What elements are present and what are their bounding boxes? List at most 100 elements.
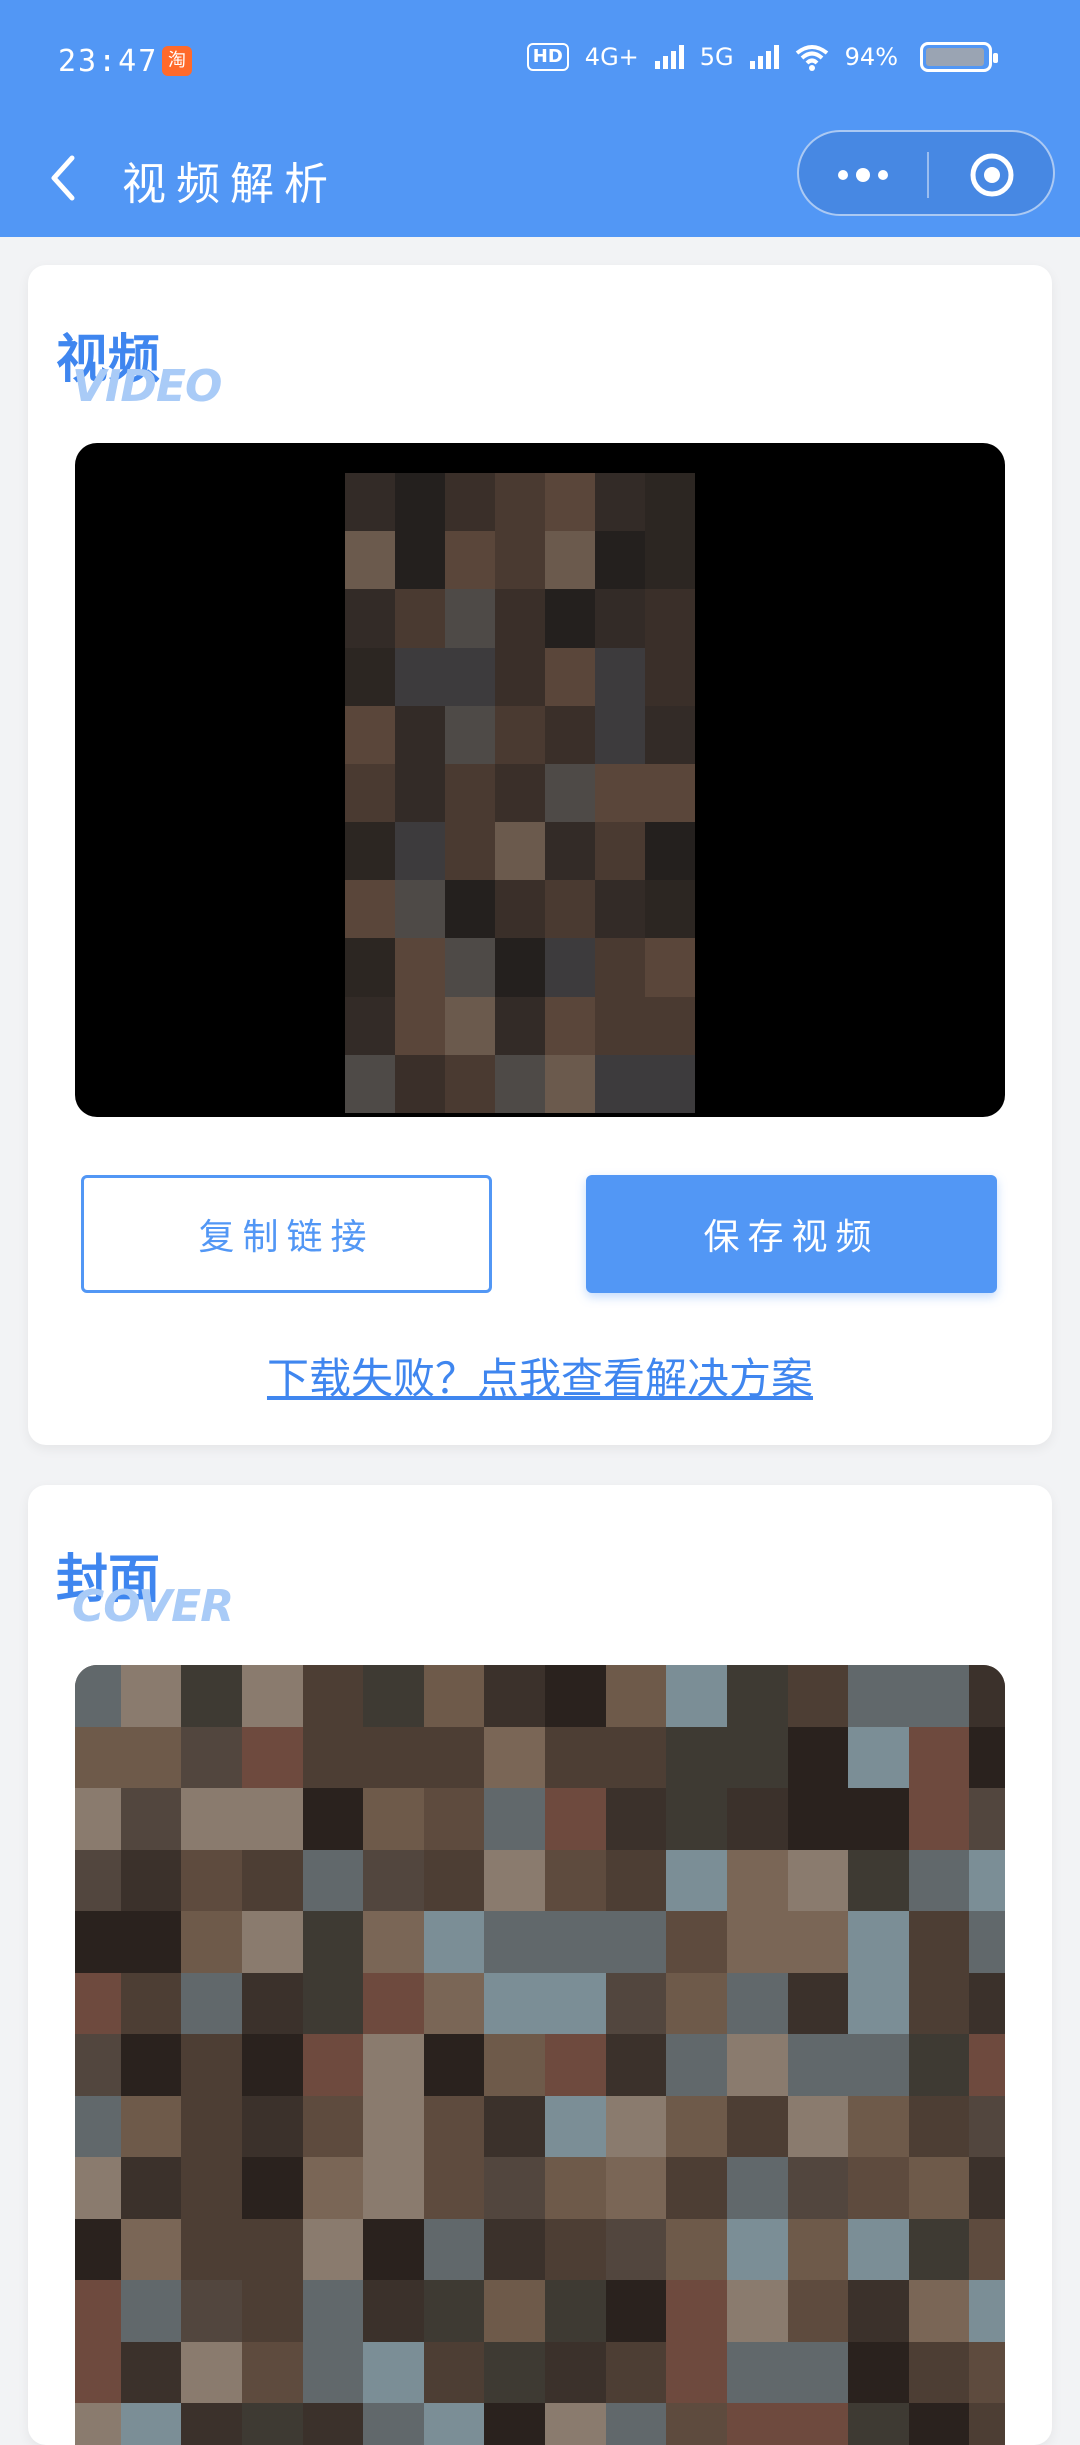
mosaic-tile bbox=[484, 2403, 545, 2445]
mosaic-tile bbox=[241, 2280, 303, 2342]
mosaic-tile bbox=[363, 1849, 424, 1912]
battery-percent: 94% bbox=[844, 43, 898, 71]
mosaic-tile bbox=[969, 2341, 1005, 2404]
mosaic-tile bbox=[120, 2218, 182, 2281]
mosaic-tile bbox=[545, 473, 595, 532]
mosaic-tile bbox=[484, 2341, 545, 2404]
mosaic-tile bbox=[726, 2403, 788, 2445]
mosaic-tile bbox=[726, 1726, 788, 1789]
mosaic-tile bbox=[545, 1788, 606, 1850]
mosaic-tile bbox=[595, 822, 645, 881]
mosaic-tile bbox=[545, 1972, 606, 2035]
mosaic-tile bbox=[423, 2034, 485, 2096]
mosaic-tile bbox=[120, 1665, 182, 1727]
more-options-icon[interactable] bbox=[829, 158, 897, 192]
mosaic-tile bbox=[908, 2341, 970, 2404]
copy-link-button[interactable]: 复制链接 bbox=[81, 1175, 492, 1293]
mosaic-tile bbox=[302, 1911, 364, 1973]
cover-image[interactable] bbox=[75, 1665, 1005, 2445]
download-help-link[interactable]: 下载失败？点我查看解决方案 bbox=[28, 1345, 1052, 1406]
mosaic-tile bbox=[908, 2034, 970, 2096]
mosaic-tile bbox=[395, 705, 445, 764]
mosaic-tile bbox=[120, 1788, 182, 1850]
mosaic-tile bbox=[484, 2280, 545, 2342]
mosaic-tile bbox=[645, 589, 695, 648]
mosaic-tile bbox=[345, 1054, 395, 1113]
mosaic-tile bbox=[302, 2034, 364, 2096]
mosaic-tile bbox=[181, 2218, 242, 2281]
mosaic-tile bbox=[969, 1911, 1005, 1973]
mosaic-tile bbox=[726, 1849, 788, 1912]
network-5g-label: 5G bbox=[699, 43, 734, 71]
mosaic-tile bbox=[605, 1972, 667, 2035]
mosaic-tile bbox=[395, 996, 445, 1055]
mosaic-tile bbox=[302, 2157, 364, 2219]
mosaic-tile bbox=[345, 589, 395, 648]
mosaic-tile bbox=[495, 647, 545, 706]
mosaic-tile bbox=[908, 1911, 970, 1973]
mosaic-tile bbox=[605, 2341, 667, 2404]
mosaic-tile bbox=[545, 822, 595, 881]
mosaic-tile bbox=[120, 2341, 182, 2404]
video-player[interactable] bbox=[75, 443, 1005, 1117]
mosaic-tile bbox=[545, 1665, 606, 1727]
mosaic-tile bbox=[595, 705, 645, 764]
mosaic-tile bbox=[545, 880, 595, 939]
mosaic-tile bbox=[787, 2157, 849, 2219]
mosaic-tile bbox=[726, 1972, 788, 2035]
mosaic-tile bbox=[345, 880, 395, 939]
cover-card: 封面 COVER bbox=[28, 1485, 1052, 2445]
mosaic-tile bbox=[181, 2095, 242, 2158]
mosaic-tile bbox=[666, 1726, 727, 1789]
mosaic-tile bbox=[75, 1911, 121, 1973]
mosaic-tile bbox=[545, 2341, 606, 2404]
mosaic-tile bbox=[181, 1849, 242, 1912]
cover-section-subtitle: COVER bbox=[72, 1581, 234, 1632]
mosaic-tile bbox=[908, 2218, 970, 2281]
mosaic-tile bbox=[445, 763, 495, 823]
mosaic-tile bbox=[969, 2095, 1005, 2158]
mosaic-tile bbox=[445, 938, 495, 997]
mosaic-tile bbox=[848, 1788, 909, 1850]
mosaic-tile bbox=[363, 2095, 424, 2158]
mosaic-tile bbox=[120, 1726, 182, 1789]
mosaic-tile bbox=[423, 1972, 485, 2035]
mosaic-tile bbox=[595, 589, 645, 648]
back-arrow-icon[interactable] bbox=[42, 148, 82, 208]
page-title: 视频解析 bbox=[122, 159, 338, 210]
mosaic-tile bbox=[120, 1911, 182, 1973]
mosaic-tile bbox=[848, 1849, 909, 1912]
mosaic-tile bbox=[595, 531, 645, 590]
mosaic-tile bbox=[605, 2403, 667, 2445]
mosaic-tile bbox=[345, 531, 395, 590]
mosaic-tile bbox=[181, 2280, 242, 2342]
top-header: 23:47 淘 HD 4G+ 5G 94% 视频解析 bbox=[0, 0, 1080, 237]
mosaic-tile bbox=[645, 647, 695, 706]
mosaic-tile bbox=[969, 1665, 1005, 1727]
mosaic-tile bbox=[545, 2034, 606, 2096]
mosaic-tile bbox=[241, 1849, 303, 1912]
mosaic-tile bbox=[666, 1788, 727, 1850]
mosaic-tile bbox=[484, 1726, 545, 1789]
mosaic-tile bbox=[484, 1972, 545, 2035]
mosaic-tile bbox=[666, 2280, 727, 2342]
close-target-icon[interactable] bbox=[969, 152, 1015, 198]
mosaic-tile bbox=[908, 2157, 970, 2219]
mosaic-tile bbox=[969, 1726, 1005, 1789]
mosaic-tile bbox=[726, 2341, 788, 2404]
mosaic-tile bbox=[645, 880, 695, 939]
mosaic-tile bbox=[181, 2403, 242, 2445]
navigation-bar: 视频解析 bbox=[0, 130, 1080, 230]
save-video-button[interactable]: 保存视频 bbox=[586, 1175, 997, 1293]
status-time: 23:47 bbox=[58, 44, 159, 79]
mosaic-tile bbox=[726, 1665, 788, 1727]
mosaic-tile bbox=[726, 2034, 788, 2096]
mosaic-tile bbox=[908, 2280, 970, 2342]
mosaic-tile bbox=[120, 2403, 182, 2445]
mosaic-tile bbox=[908, 1788, 970, 1850]
mosaic-tile bbox=[545, 589, 595, 648]
mosaic-tile bbox=[75, 1665, 121, 1727]
mosaic-tile bbox=[395, 938, 445, 997]
mosaic-tile bbox=[969, 1972, 1005, 2035]
mosaic-tile bbox=[969, 2218, 1005, 2281]
